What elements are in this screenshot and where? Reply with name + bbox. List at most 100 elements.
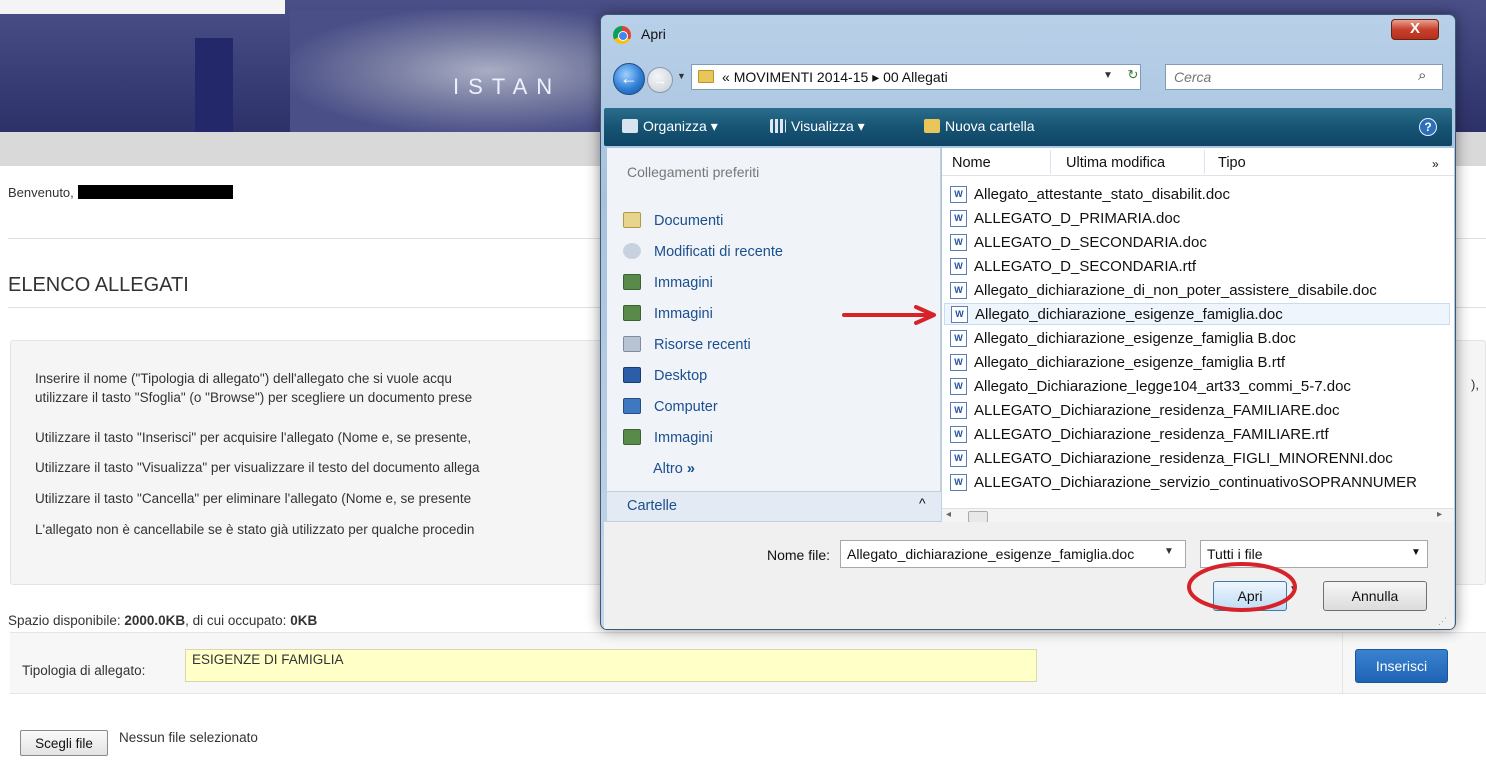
organize-menu[interactable]: Organizza ▾ (622, 118, 718, 135)
recent-locations-dropdown[interactable]: ▼ (677, 71, 686, 81)
word-document-icon: W (950, 330, 967, 347)
word-document-icon: W (951, 306, 968, 323)
word-document-icon: W (950, 186, 967, 203)
welcome-label: Benvenuto, (8, 185, 74, 200)
file-item[interactable]: W ALLEGATO_Dichiarazione_residenza_FAMILI… (950, 424, 1450, 446)
refresh-icon[interactable]: ↻ (1123, 67, 1143, 87)
file-name: ALLEGATO_Dichiarazione_residenza_FAMILIA… (974, 402, 1340, 419)
forward-button[interactable]: → (647, 67, 673, 93)
filename-input[interactable] (840, 540, 1186, 568)
breadcrumb-current[interactable]: 00 Allegati (883, 69, 948, 85)
favorite-pictures[interactable]: Immagini (623, 274, 713, 291)
favorite-label: Immagini (654, 306, 713, 322)
file-item[interactable]: W ALLEGATO_D_PRIMARIA.doc (950, 208, 1450, 230)
file-item[interactable]: W ALLEGATO_D_SECONDARIA.doc (950, 232, 1450, 254)
file-item[interactable]: W Allegato_dichiarazione_esigenze_famigli… (950, 352, 1450, 374)
computer-icon (623, 398, 641, 414)
favorite-desktop[interactable]: Desktop (623, 367, 707, 384)
word-document-icon: W (950, 378, 967, 395)
address-dropdown-icon[interactable]: ▼ (1103, 70, 1113, 81)
resize-grip-icon[interactable]: ⋰ (1438, 616, 1447, 627)
file-name: Allegato_dichiarazione_esigenze_famiglia… (974, 354, 1286, 371)
file-item[interactable]: W Allegato_Dichiarazione_legge104_art33_c… (950, 376, 1450, 398)
view-label: Visualizza (791, 118, 854, 134)
file-item[interactable]: W ALLEGATO_Dichiarazione_residenza_FIGLI_… (950, 448, 1450, 470)
favorite-recent-changes[interactable]: Modificati di recente (623, 243, 783, 260)
recent-changes-icon (623, 243, 641, 259)
column-header-name[interactable]: Nome (952, 155, 991, 171)
file-item[interactable]: W ALLEGATO_Dichiarazione_residenza_FAMILI… (950, 400, 1450, 422)
word-document-icon: W (950, 402, 967, 419)
scroll-left-icon[interactable]: ◂ (946, 509, 951, 520)
chevron-down-icon: ▼ (1411, 547, 1421, 558)
instruction-line: L'allegato non è cancellabile se è stato… (35, 522, 475, 537)
filename-dropdown-icon[interactable]: ▼ (1164, 546, 1174, 557)
word-document-icon: W (950, 258, 967, 275)
file-item[interactable]: W Allegato_dichiarazione_esigenze_famigli… (950, 328, 1450, 350)
pictures-icon (623, 305, 641, 321)
instruction-line: Utilizzare il tasto "Visualizza" per vis… (35, 460, 480, 475)
folder-icon (698, 70, 714, 83)
new-folder-label: Nuova cartella (945, 118, 1035, 134)
scroll-right-icon[interactable]: ▸ (1437, 509, 1442, 520)
documents-icon (623, 212, 641, 228)
page-title: ELENCO ALLEGATI (8, 274, 189, 296)
cancel-button[interactable]: Annulla (1323, 581, 1427, 611)
file-item-selected[interactable]: W Allegato_dichiarazione_esigenze_famigli… (944, 303, 1450, 325)
favorite-label: Immagini (654, 275, 713, 291)
favorite-documents[interactable]: Documenti (623, 212, 723, 229)
annotation-circle-icon (1187, 562, 1297, 612)
column-header-modified[interactable]: Ultima modifica (1066, 155, 1165, 171)
column-separator[interactable] (1204, 150, 1205, 174)
breadcrumb-parent[interactable]: MOVIMENTI 2014-15 (734, 69, 869, 85)
help-icon[interactable]: ? (1419, 118, 1437, 136)
pictures-icon (623, 429, 641, 445)
file-item[interactable]: W Allegato_dichiarazione_di_non_poter_ass… (950, 280, 1450, 302)
more-favorites-link[interactable]: Altro » (653, 461, 695, 477)
file-list-pane: Nome Ultima modifica Tipo » W Allegato_at… (942, 148, 1454, 524)
favorite-computer[interactable]: Computer (623, 398, 718, 415)
file-name: ALLEGATO_Dichiarazione_residenza_FAMILIA… (974, 426, 1329, 443)
file-item[interactable]: W ALLEGATO_Dichiarazione_servizio_continu… (950, 472, 1450, 494)
back-button[interactable]: ← (613, 63, 645, 95)
insert-button[interactable]: Inserisci (1355, 649, 1448, 683)
new-folder-button[interactable]: Nuova cartella (924, 118, 1035, 134)
recent-resources-icon (623, 336, 641, 352)
dialog-title: Apri (641, 26, 666, 42)
banner-title: ISTAN (453, 74, 562, 99)
folders-toggle[interactable]: Cartelle ^ (607, 491, 941, 521)
search-box: ⌕ (1165, 64, 1443, 90)
file-item[interactable]: W Allegato_attestante_stato_disabilit.doc (950, 184, 1450, 206)
new-folder-icon (924, 119, 940, 133)
file-name: ALLEGATO_Dichiarazione_residenza_FIGLI_M… (974, 450, 1393, 467)
word-document-icon: W (950, 210, 967, 227)
column-separator[interactable] (1050, 150, 1051, 174)
favorite-pictures[interactable]: Immagini (623, 305, 713, 322)
instruction-line: utilizzare il tasto "Sfoglia" (o "Browse… (35, 390, 473, 405)
breadcrumb-overflow[interactable]: « (722, 69, 730, 85)
attachment-form-row: Tipologia di allegato: Inserisci (10, 632, 1486, 695)
word-document-icon: W (950, 282, 967, 299)
folders-label: Cartelle (627, 498, 677, 514)
address-bar[interactable]: « MOVIMENTI 2014-15 ▸ 00 Allegati ▼ ↻ (691, 64, 1141, 90)
instruction-line-end: ), (1471, 377, 1479, 392)
file-item[interactable]: W ALLEGATO_D_SECONDARIA.rtf (950, 256, 1450, 278)
attachment-type-input[interactable] (185, 649, 1037, 682)
search-icon[interactable]: ⌕ (1418, 67, 1426, 84)
view-menu[interactable]: Visualizza ▾ (770, 118, 865, 135)
close-button[interactable]: X (1391, 19, 1439, 40)
column-header-type[interactable]: Tipo (1218, 155, 1246, 171)
search-input[interactable] (1174, 68, 1404, 86)
favorite-recent-resources[interactable]: Risorse recenti (623, 336, 751, 353)
word-document-icon: W (950, 474, 967, 491)
favorite-pictures[interactable]: Immagini (623, 429, 713, 446)
favorite-label: Immagini (654, 430, 713, 446)
instruction-line: Utilizzare il tasto "Cancella" per elimi… (35, 491, 472, 506)
choose-file-button[interactable]: Scegli file (20, 730, 108, 756)
address-path: « MOVIMENTI 2014-15 ▸ 00 Allegati (722, 69, 948, 86)
favorite-label: Risorse recenti (654, 337, 751, 353)
view-icon (770, 119, 786, 133)
organize-icon (622, 119, 638, 133)
breadcrumb-separator-icon[interactable]: ▸ (872, 69, 879, 85)
more-columns-icon[interactable]: » (1432, 157, 1439, 171)
